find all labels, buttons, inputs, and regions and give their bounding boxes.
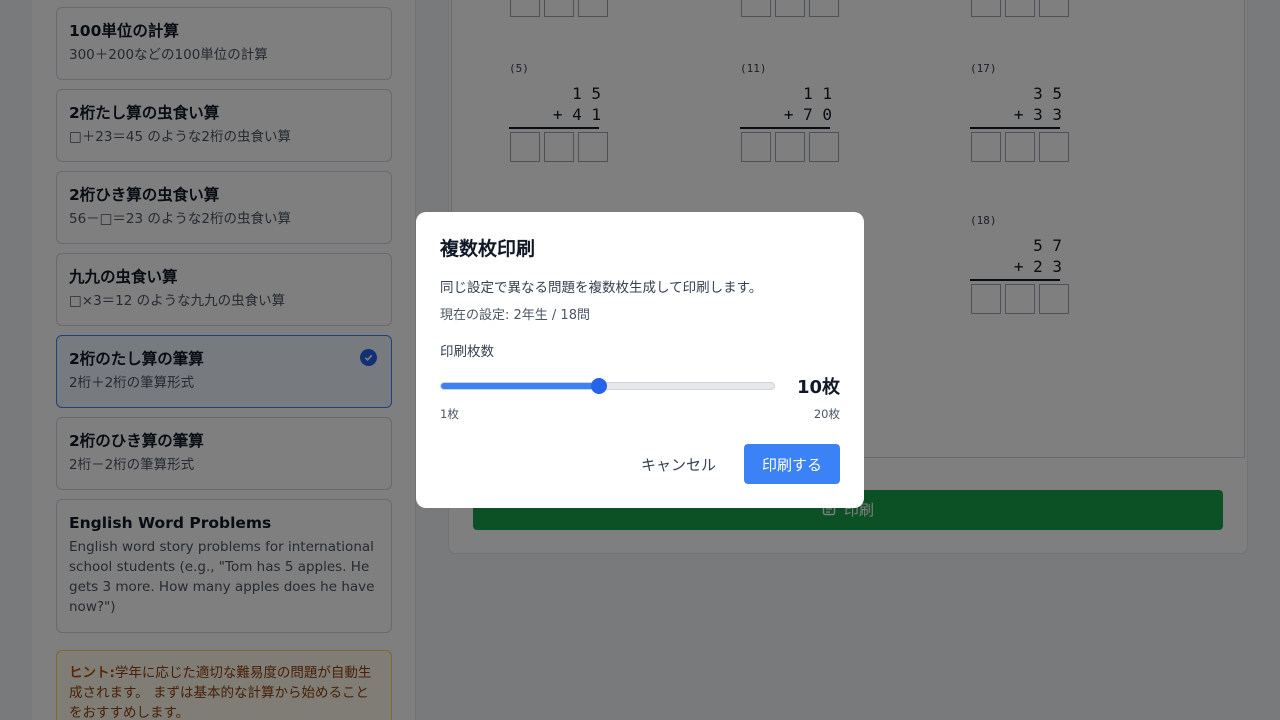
slider-range: 1枚 20枚 xyxy=(440,406,840,422)
confirm-print-button[interactable]: 印刷する xyxy=(744,444,840,484)
slider-max-label: 20枚 xyxy=(813,407,840,421)
cancel-button[interactable]: キャンセル xyxy=(629,446,728,483)
multi-print-dialog: 複数枚印刷 同じ設定で異なる問題を複数枚生成して印刷します。 現在の設定: 2年… xyxy=(416,212,864,508)
slider-min-label: 1枚 xyxy=(440,407,459,421)
dialog-description: 同じ設定で異なる問題を複数枚生成して印刷します。 xyxy=(440,280,763,296)
print-count-slider[interactable]: 10枚 xyxy=(440,372,840,402)
dialog-actions: キャンセル 印刷する xyxy=(629,444,840,484)
slider-thumb[interactable] xyxy=(591,378,607,394)
slider-fill xyxy=(441,383,600,389)
dialog-title: 複数枚印刷 xyxy=(440,238,536,260)
print-count-label: 印刷枚数 xyxy=(440,344,494,360)
print-count-value: 10枚 xyxy=(796,377,840,398)
current-settings: 現在の設定: 2年生 / 18問 xyxy=(440,308,590,323)
slider-track[interactable] xyxy=(440,382,775,390)
